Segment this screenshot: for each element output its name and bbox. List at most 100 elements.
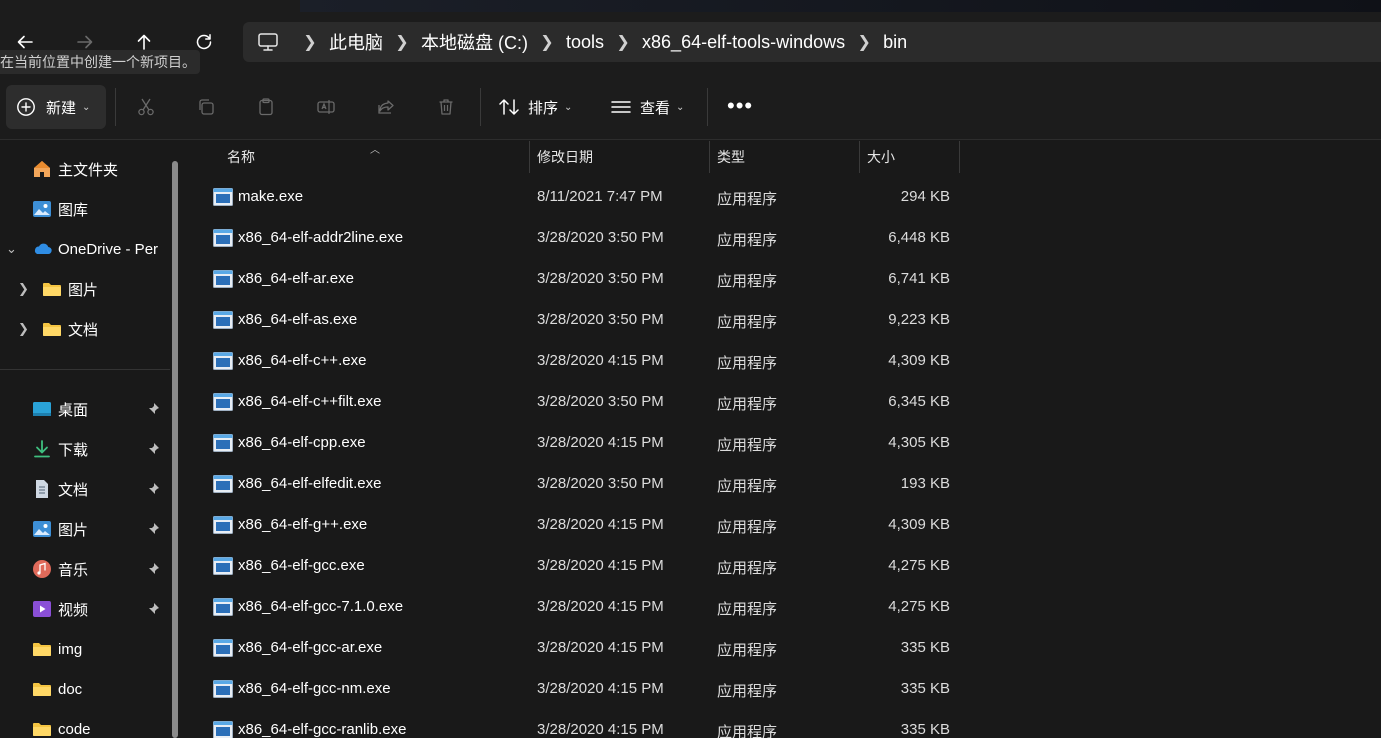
sidebar-item-code[interactable]: code [32,714,91,738]
breadcrumb-this-pc[interactable]: 此电脑 [329,29,383,55]
breadcrumb-local-disk[interactable]: 本地磁盘 (C:) [421,29,528,55]
pin-icon[interactable] [146,442,160,456]
exe-file-icon [213,270,233,288]
pin-icon[interactable] [146,522,160,536]
chevron-right-icon[interactable]: ❯ [291,32,329,52]
file-type: 应用程序 [717,519,778,536]
file-size: 4,275 KB [888,557,950,574]
sidebar-item-documents[interactable]: 文档 [32,474,88,504]
trash-icon [439,99,453,115]
pin-icon[interactable] [146,482,160,496]
pin-icon[interactable] [146,402,160,416]
file-row[interactable]: x86_64-elf-ar.exe 3/28/2020 3:50 PM 应用程序 6,… [188,260,968,301]
file-name: x86_64-elf-as.exe [238,311,358,328]
sidebar-item-videos[interactable]: 视频 [32,594,88,624]
folder-icon [42,279,62,299]
file-name: x86_64-elf-c++.exe [238,352,367,369]
folder-icon [32,719,52,738]
sidebar-item-music[interactable]: 音乐 [32,554,88,584]
file-row[interactable]: x86_64-elf-as.exe 3/28/2020 3:50 PM 应用程序 9,… [188,301,968,342]
chevron-right-icon[interactable]: ❯ [528,32,566,52]
file-row[interactable]: x86_64-elf-addr2line.exe 3/28/2020 3:50 P… [188,219,968,260]
share-icon [378,100,394,114]
pin-icon[interactable] [146,602,160,616]
copy-button[interactable] [195,96,217,118]
column-header-size[interactable]: 大小 [867,141,957,173]
column-divider[interactable] [959,141,960,173]
file-row[interactable]: x86_64-elf-gcc-ar.exe 3/28/2020 4:15 PM 应用… [188,629,968,670]
sidebar-item-doc[interactable]: doc [32,674,82,704]
collapse-chevron-icon[interactable]: ❯ [18,281,29,297]
rename-button[interactable] [315,96,337,118]
column-divider[interactable] [859,141,860,173]
view-button[interactable]: 查看 ⌄ [610,94,684,120]
file-name: x86_64-elf-c++filt.exe [238,393,382,410]
sidebar-item-label: OneDrive - Per [58,240,159,258]
sidebar-item-img[interactable]: img [32,634,82,664]
file-row[interactable]: x86_64-elf-g++.exe 3/28/2020 4:15 PM 应用程序 4… [188,506,968,547]
pin-icon[interactable] [146,562,160,576]
file-type: 应用程序 [717,232,778,249]
new-button-label: 新建 [46,99,77,117]
tooltip: 在当前位置中创建一个新项目。 [0,50,200,74]
sidebar-scrollbar[interactable] [172,161,178,738]
sidebar-item-label: img [58,640,83,658]
file-size: 6,345 KB [888,393,950,410]
exe-file-icon [213,639,233,657]
column-header-modified[interactable]: 修改日期 [537,141,707,173]
file-modified-date: 3/28/2020 3:50 PM [537,270,664,287]
file-modified-date: 3/28/2020 4:15 PM [537,434,664,451]
column-divider[interactable] [709,141,710,173]
collapse-chevron-icon[interactable]: ❯ [18,321,29,337]
file-row[interactable]: x86_64-elf-c++filt.exe 3/28/2020 3:50 PM 应… [188,383,968,424]
file-row[interactable]: make.exe 8/11/2021 7:47 PM 应用程序 294 KB [188,178,968,219]
exe-file-icon [213,188,233,206]
column-divider[interactable] [529,141,530,173]
file-row[interactable]: x86_64-elf-c++.exe 3/28/2020 4:15 PM 应用程序 4… [188,342,968,383]
column-header-label: 修改日期 [537,149,593,165]
file-row[interactable]: x86_64-elf-gcc-nm.exe 3/28/2020 4:15 PM 应用… [188,670,968,711]
expand-chevron-icon[interactable]: ⌄ [6,241,17,257]
new-button[interactable]: 新建 ⌄ [6,85,106,129]
sort-label: 排序 [528,99,559,117]
sidebar-item-label: code [58,720,91,738]
chevron-right-icon[interactable]: ❯ [845,32,883,52]
file-name: x86_64-elf-gcc.exe [238,557,365,574]
exe-file-icon [213,721,233,738]
file-modified-date: 3/28/2020 4:15 PM [537,598,664,615]
sidebar-item-home[interactable]: 主文件夹 [32,154,118,184]
sidebar-item-desktop[interactable]: 桌面 [32,394,88,424]
delete-button[interactable] [435,96,457,118]
breadcrumb-x86-tools[interactable]: x86_64-elf-tools-windows [642,32,845,53]
sort-button[interactable]: 排序 ⌄ [498,94,572,120]
more-options-button[interactable]: ••• [727,95,753,117]
document-icon [32,479,52,499]
chevron-right-icon[interactable]: ❯ [604,32,642,52]
chevron-right-icon[interactable]: ❯ [383,32,421,52]
sidebar-item-od-documents[interactable]: 文档 [42,314,98,344]
share-button[interactable] [375,96,397,118]
sidebar-item-label: 图库 [58,201,89,219]
breadcrumb-tools[interactable]: tools [566,32,604,53]
music-icon [32,559,52,579]
file-row[interactable]: x86_64-elf-gcc-7.1.0.exe 3/28/2020 4:15 P… [188,588,968,629]
column-header-type[interactable]: 类型 [717,141,857,173]
this-pc-icon[interactable] [257,30,281,54]
cut-button[interactable] [135,96,157,118]
file-type: 应用程序 [717,724,778,738]
file-row[interactable]: x86_64-elf-elfedit.exe 3/28/2020 3:50 PM 应… [188,465,968,506]
file-row[interactable]: x86_64-elf-cpp.exe 3/28/2020 4:15 PM 应用程序 4… [188,424,968,465]
sidebar-item-gallery[interactable]: 图库 [32,194,88,224]
sidebar-item-onedrive[interactable]: OneDrive - Per [32,234,158,264]
address-bar[interactable]: ❯ 此电脑 ❯ 本地磁盘 (C:) ❯ tools ❯ x86_64-elf-t… [243,22,1381,62]
sidebar-item-pictures[interactable]: 图片 [32,514,88,544]
chevron-down-icon: ⌄ [82,101,91,113]
sidebar-item-downloads[interactable]: 下载 [32,434,88,464]
breadcrumb-bin[interactable]: bin [883,32,907,53]
sidebar-item-od-pictures[interactable]: 图片 [42,274,98,304]
file-row[interactable]: x86_64-elf-gcc-ranlib.exe 3/28/2020 4:15 … [188,711,968,738]
arrow-left-icon [17,35,33,49]
plus-circle-icon [17,98,35,116]
paste-button[interactable] [255,96,277,118]
file-row[interactable]: x86_64-elf-gcc.exe 3/28/2020 4:15 PM 应用程序 4… [188,547,968,588]
